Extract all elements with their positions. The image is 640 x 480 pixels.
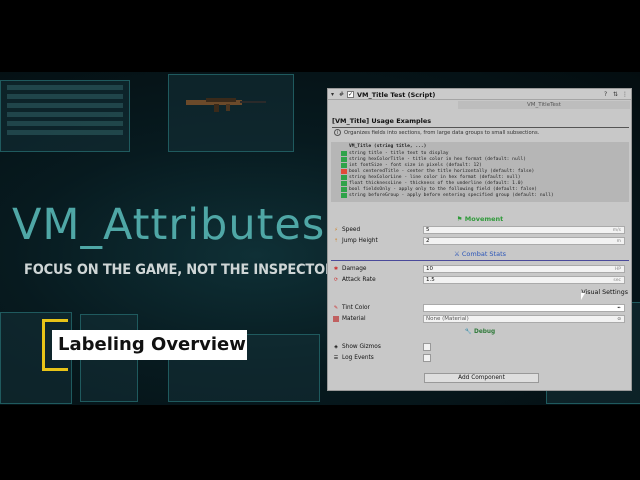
code-line: VM_Title (string title, ...) [349, 144, 427, 149]
gizmos-icon: ◈ [334, 344, 338, 350]
video-subtitle: FOCUS ON THE GAME, NOT THE INSPECTOR [24, 262, 335, 278]
background-panel [0, 80, 130, 152]
group-title-debug: 🔧 Debug [464, 329, 496, 335]
check-icon [341, 175, 347, 180]
mouse-cursor [581, 293, 585, 300]
attack-rate-icon: ⟳ [333, 277, 339, 283]
code-line: string beforeGroup - apply before enteri… [349, 193, 554, 198]
show-gizmos-label: Show Gizmos [342, 344, 381, 350]
preset-icon[interactable]: ⇅ [613, 91, 618, 98]
background-panel [168, 74, 294, 152]
attack-rate-unit: sec [613, 278, 621, 283]
rifle-image [186, 98, 266, 112]
group-title-movement: ⚑ Movement [456, 215, 504, 223]
check-icon [341, 193, 347, 198]
code-example-box: VM_Title (string title, ...) string titl… [331, 142, 629, 202]
damage-icon: ✱ [333, 266, 339, 272]
material-object-field[interactable]: None (Material) ⊙ [423, 315, 625, 323]
code-line: float thicknessLine - thickness of the u… [349, 181, 524, 186]
section-underline [332, 127, 629, 128]
letterbox-top [0, 0, 640, 72]
attack-rate-field-row: ⟳ Attack Rate 1.5 sec [333, 276, 629, 285]
jump-icon: ⇡ [333, 238, 339, 244]
speed-label: Speed [342, 227, 361, 233]
log-events-row: ☰ Log Events [333, 354, 629, 363]
speed-unit: m/s [612, 228, 621, 233]
help-text: Organizes fields into sections, from lar… [344, 130, 540, 136]
material-field-row: Material None (Material) ⊙ [333, 315, 629, 324]
jump-height-field-row: ⇡ Jump Height 2m [333, 237, 629, 246]
group-title-combat: ⚔ Combat Stats [453, 250, 507, 258]
check-icon [341, 157, 347, 162]
help-icon[interactable]: ? [604, 91, 607, 98]
warning-icon [341, 169, 347, 174]
component-title: VM_Title Test (Script) [357, 91, 436, 99]
damage-unit: HP [614, 267, 621, 272]
speed-field-row: ⚡ Speed 5 m/s [333, 226, 629, 235]
log-events-checkbox[interactable] [423, 354, 431, 362]
section-badge: Labeling Overview [52, 330, 247, 360]
fold-arrow-icon[interactable]: ▾ [331, 91, 334, 98]
attack-rate-label: Attack Rate [342, 277, 376, 283]
group-title-visual: Visual Settings [581, 289, 628, 296]
jump-height-input[interactable]: 2m [423, 237, 625, 245]
speed-icon: ⚡ [334, 227, 338, 233]
more-icon[interactable]: ⋮ [622, 91, 628, 98]
script-icon: # [339, 91, 345, 98]
object-picker-icon[interactable]: ⊙ [617, 317, 621, 323]
brush-icon: ✎ [333, 305, 339, 311]
damage-label: Damage [342, 266, 367, 272]
check-icon [341, 163, 347, 168]
tint-color-label: Tint Color [342, 305, 370, 311]
damage-input[interactable]: 10 HP [423, 265, 625, 273]
material-icon [333, 316, 339, 322]
code-line: string title - title text to display [349, 151, 449, 156]
jump-unit: m [616, 239, 621, 244]
help-box: i Organizes fields into sections, from la… [334, 129, 628, 141]
combat-underline [331, 260, 629, 261]
script-field[interactable]: VM_TitleTest [458, 101, 630, 109]
check-icon [341, 181, 347, 186]
speed-input[interactable]: 5 m/s [423, 226, 625, 234]
tint-color-field-row: ✎ Tint Color ✒ [333, 304, 629, 313]
enable-checkbox[interactable]: ✓ [347, 91, 354, 98]
damage-field-row: ✱ Damage 10 HP [333, 265, 629, 274]
eyedropper-icon[interactable]: ✒ [617, 306, 621, 312]
inspector-panel: ▾ # ✓ VM_Title Test (Script) ? ⇅ ⋮ VM_Ti… [327, 88, 632, 391]
show-gizmos-checkbox[interactable] [423, 343, 431, 351]
material-label: Material [342, 316, 366, 322]
video-title: VM_Attributes [12, 200, 326, 250]
log-events-label: Log Events [342, 355, 374, 361]
code-line: int fontSize - font size in pixels (defa… [349, 163, 482, 168]
check-icon [341, 151, 347, 156]
letterbox-bottom [0, 405, 640, 480]
check-icon [341, 187, 347, 192]
code-line: bool centeredTitle - center the title ho… [349, 169, 535, 174]
section-title: [VM_Title] Usage Examples [332, 117, 432, 125]
code-line: string hexColorLine - line color in hex … [349, 175, 521, 180]
info-icon: i [334, 129, 341, 136]
log-icon: ☰ [333, 355, 339, 361]
attack-rate-input[interactable]: 1.5 sec [423, 276, 625, 284]
jump-height-label: Jump Height [342, 238, 378, 244]
code-line: bool fieldsOnly - apply only to the foll… [349, 187, 538, 192]
script-row: VM_TitleTest [328, 100, 631, 110]
tint-color-picker[interactable]: ✒ [423, 304, 625, 312]
code-line: string hexColorTitle - title color in he… [349, 157, 527, 162]
component-header[interactable]: ▾ # ✓ VM_Title Test (Script) ? ⇅ ⋮ [328, 89, 631, 100]
add-component-button[interactable]: Add Component [424, 373, 539, 383]
show-gizmos-row: ◈ Show Gizmos [333, 343, 629, 352]
